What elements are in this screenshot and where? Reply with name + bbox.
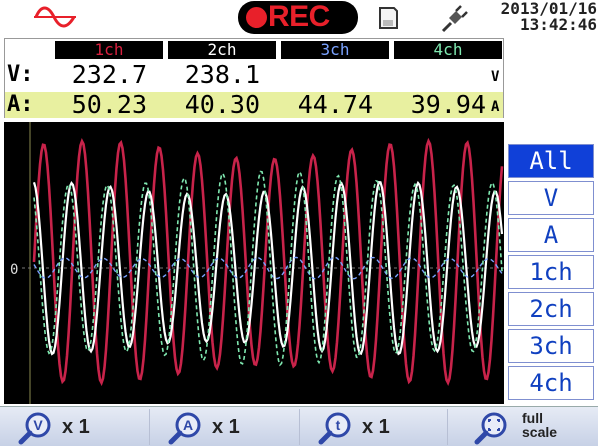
waveform-plot: [22, 122, 504, 404]
full-scale-label-line2: scale: [522, 424, 558, 440]
current-row-label: A:: [7, 92, 34, 117]
time-zoom-button[interactable]: t x 1: [300, 409, 448, 445]
bottom-toolbar: V x 1 A x 1 t x 1 full scale: [0, 406, 598, 446]
power-plug-icon: [441, 5, 468, 33]
view-4ch-button[interactable]: 4ch: [508, 366, 594, 400]
waveform-trace-1ch: [32, 137, 504, 387]
view-2ch-button[interactable]: 2ch: [508, 292, 594, 326]
view-voltage-button[interactable]: V: [508, 181, 594, 215]
channel-header-4ch: 4ch: [394, 41, 502, 59]
waveform-display[interactable]: 0: [4, 122, 504, 404]
current-zoom-label: x 1: [212, 416, 240, 438]
view-1ch-button[interactable]: 1ch: [508, 255, 594, 289]
current-unit: A: [491, 99, 500, 115]
rec-indicator: REC: [238, 0, 358, 34]
current-value-3ch: 44.74: [297, 90, 373, 119]
current-row: A: 50.23 40.30 44.74 39.94 A: [5, 90, 503, 119]
full-scale-label-line1: full: [522, 410, 543, 426]
voltage-value-1ch: 232.7: [71, 60, 147, 89]
zero-level-label: 0: [10, 262, 19, 278]
voltage-zoom-label: x 1: [62, 416, 90, 438]
voltage-value-2ch: 238.1: [184, 60, 260, 89]
channel-header-1ch: 1ch: [55, 41, 163, 59]
time-text: 13:42:46: [519, 15, 597, 34]
voltage-zoom-icon: V: [18, 412, 51, 445]
measurement-panel: 1ch 2ch 3ch 4ch V: 232.7 238.1 V A: 50.2…: [4, 38, 504, 119]
rec-label: REC: [268, 0, 330, 33]
current-value-4ch: 39.94: [410, 90, 486, 119]
voltage-zoom-button[interactable]: V x 1: [0, 409, 150, 445]
time-zoom-icon: t: [318, 412, 351, 445]
full-scale-label: full scale: [522, 411, 582, 439]
sd-card-icon: [379, 7, 398, 29]
svg-text:V: V: [33, 417, 43, 433]
sine-wave-icon[interactable]: [32, 2, 78, 32]
svg-text:A: A: [183, 417, 193, 433]
view-all-button[interactable]: All: [508, 144, 594, 178]
datetime-display: 2013/01/16 13:42:46: [481, 1, 597, 33]
current-zoom-icon: A: [168, 412, 201, 445]
current-zoom-button[interactable]: A x 1: [150, 409, 300, 445]
time-zoom-label: x 1: [362, 416, 390, 438]
full-scale-icon: [474, 412, 507, 445]
current-value-1ch: 50.23: [71, 90, 147, 119]
view-3ch-button[interactable]: 3ch: [508, 329, 594, 363]
status-bar: REC 2013/01/16 13:42:46: [0, 0, 598, 36]
voltage-row-label: V:: [7, 62, 34, 87]
svg-text:t: t: [336, 417, 341, 433]
voltage-unit: V: [491, 69, 500, 85]
channel-header-3ch: 3ch: [281, 41, 389, 59]
view-current-button[interactable]: A: [508, 218, 594, 252]
record-dot-icon: [246, 7, 267, 28]
current-value-2ch: 40.30: [184, 90, 260, 119]
channel-header-2ch: 2ch: [168, 41, 276, 59]
